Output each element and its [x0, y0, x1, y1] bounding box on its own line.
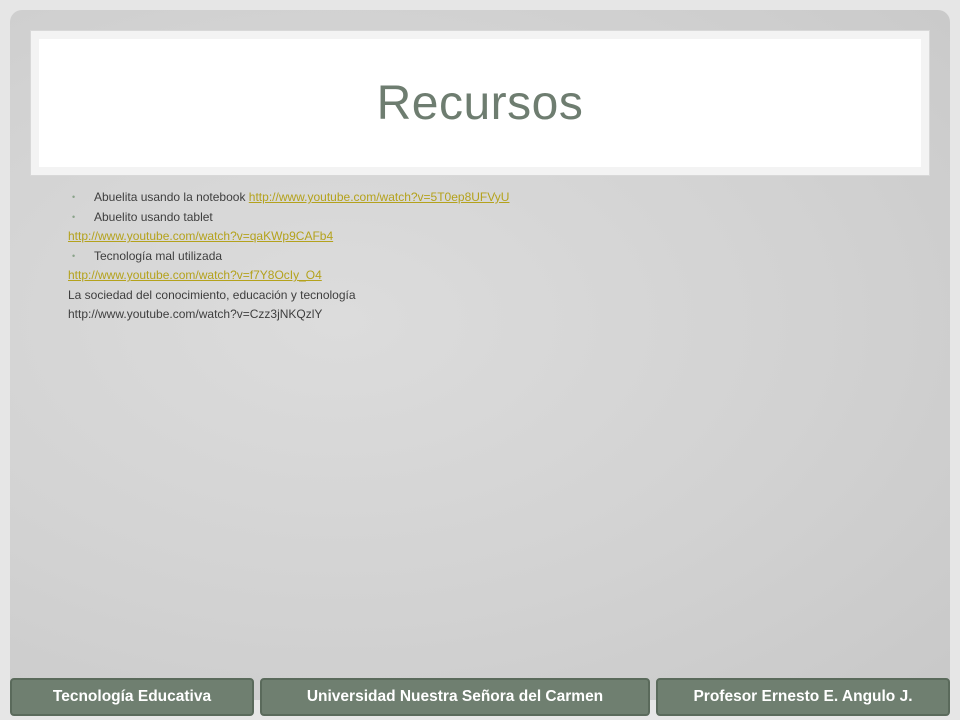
bullet-icon: •	[72, 211, 76, 222]
content-list: • Abuelita usando la notebook http://www…	[68, 188, 868, 325]
footer: Tecnología Educativa Universidad Nuestra…	[10, 678, 950, 718]
slide-title: Recursos	[376, 76, 584, 130]
bullet-icon: •	[72, 250, 76, 261]
item-text: Abuelita usando la notebook	[94, 190, 249, 204]
list-item: http://www.youtube.com/watch?v=f7Y8OcIy_…	[68, 266, 868, 286]
item-text: Abuelito usando tablet	[94, 209, 213, 224]
list-item: http://www.youtube.com/watch?v=qaKWp9CAF…	[68, 227, 868, 247]
list-item: http://www.youtube.com/watch?v=Czz3jNKQz…	[68, 305, 868, 325]
youtube-link[interactable]: http://www.youtube.com/watch?v=f7Y8OcIy_…	[68, 268, 322, 282]
plain-url-text: http://www.youtube.com/watch?v=Czz3jNKQz…	[68, 307, 323, 321]
list-item: • Abuelita usando la notebook http://www…	[68, 188, 868, 208]
youtube-link[interactable]: http://www.youtube.com/watch?v=5T0ep8UFV…	[249, 190, 510, 204]
footer-professor-tab: Profesor Ernesto E. Angulo J.	[656, 678, 950, 716]
footer-course-tab: Tecnología Educativa	[10, 678, 254, 716]
footer-university-tab: Universidad Nuestra Señora del Carmen	[260, 678, 650, 716]
title-box: Recursos	[30, 30, 930, 176]
item-text: La sociedad del conocimiento, educación …	[68, 287, 356, 302]
item-text: Tecnología mal utilizada	[94, 248, 223, 263]
title-inner: Recursos	[39, 39, 921, 167]
slide: Recursos • Abuelita usando la notebook h…	[10, 10, 950, 700]
bullet-icon: •	[72, 192, 76, 202]
list-item: • Abuelito usando tablet	[68, 208, 868, 228]
list-item: • Tecnología mal utilizada	[68, 247, 868, 267]
list-item: La sociedad del conocimiento, educación …	[68, 286, 868, 306]
youtube-link[interactable]: http://www.youtube.com/watch?v=qaKWp9CAF…	[68, 229, 333, 243]
